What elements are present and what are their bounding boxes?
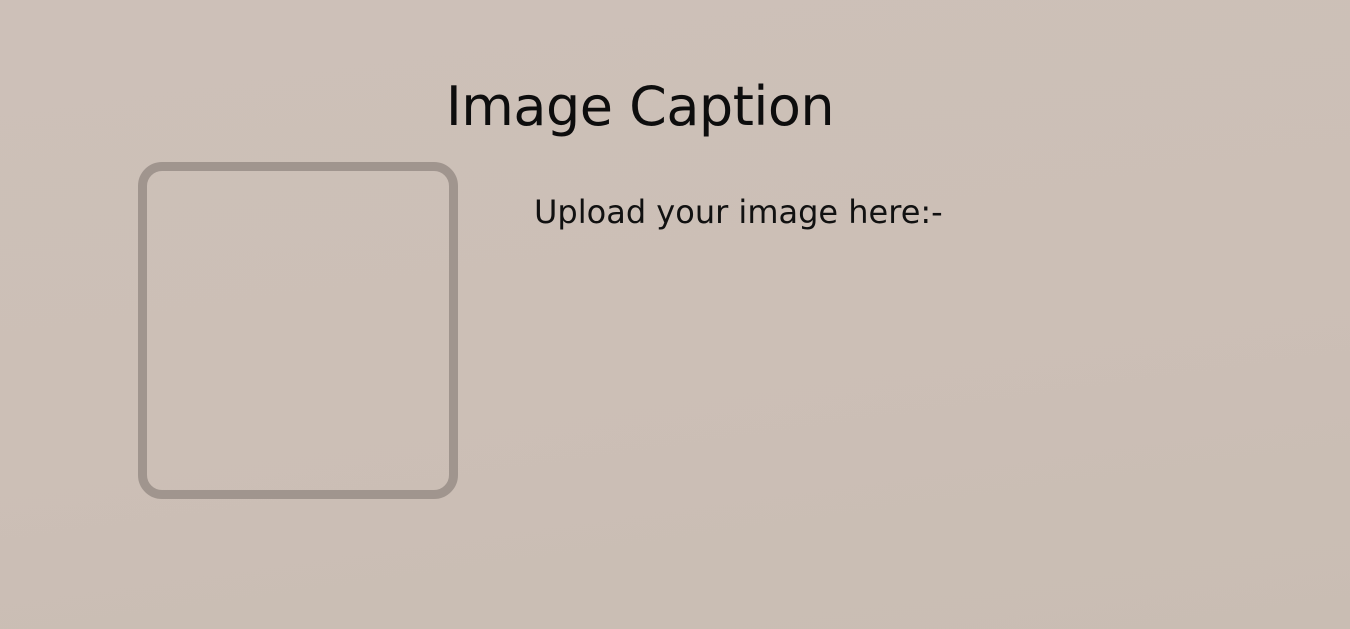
image-preview-dropzone[interactable]	[138, 162, 458, 499]
upload-label: Upload your image here:-	[534, 193, 943, 231]
page-title: Image Caption	[445, 75, 835, 138]
